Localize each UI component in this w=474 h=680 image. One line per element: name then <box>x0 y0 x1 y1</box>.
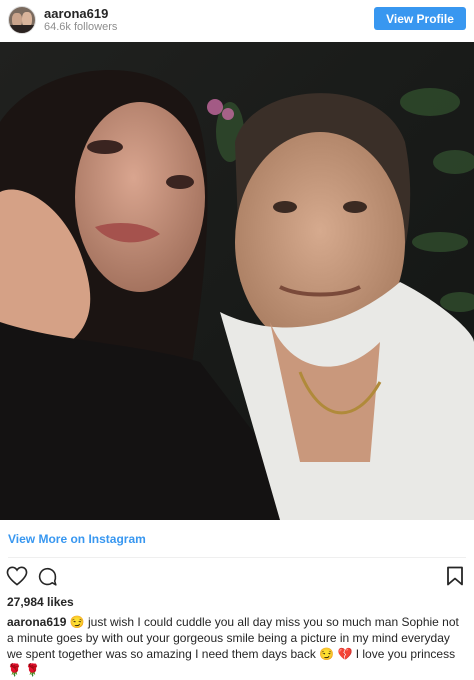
divider <box>8 557 466 558</box>
bookmark-icon[interactable] <box>446 566 464 591</box>
view-more-on-instagram-link[interactable]: View More on Instagram <box>8 532 146 546</box>
avatar[interactable] <box>8 6 36 34</box>
post-header: aarona619 64.6k followers View Profile <box>0 0 474 42</box>
post-photo-illustration <box>0 42 474 520</box>
comment-bubble-icon[interactable] <box>37 566 58 592</box>
username[interactable]: aarona619 <box>44 6 108 21</box>
post-image[interactable] <box>0 42 474 520</box>
caption-text: 😏 just wish I could cuddle you all day m… <box>7 615 459 677</box>
view-profile-button[interactable]: View Profile <box>374 7 466 30</box>
post-caption: aarona619 😏 just wish I could cuddle you… <box>7 614 467 678</box>
caption-username[interactable]: aarona619 <box>7 615 66 629</box>
like-count: 27,984 likes <box>7 595 74 609</box>
heart-outline-icon[interactable] <box>6 566 28 591</box>
follower-count: 64.6k followers <box>44 21 118 33</box>
